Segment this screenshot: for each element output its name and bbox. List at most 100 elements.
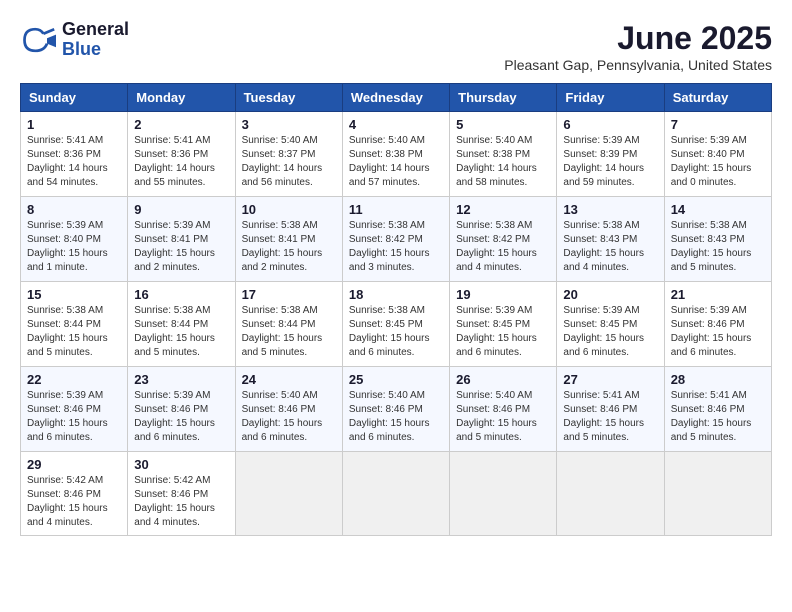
day-number: 20 [563,287,657,302]
cell-info: Sunrise: 5:41 AM Sunset: 8:36 PM Dayligh… [27,134,121,190]
day-number: 2 [134,117,228,132]
day-number: 4 [349,117,443,132]
cell-info: Sunrise: 5:39 AM Sunset: 8:41 PM Dayligh… [134,219,228,275]
week-row: 29 Sunrise: 5:42 AM Sunset: 8:46 PM Dayli… [21,452,772,536]
logo-blue: Blue [62,40,129,60]
week-row: 8Sunrise: 5:39 AM Sunset: 8:40 PM Daylig… [21,197,772,282]
day-cell [664,452,771,536]
day-number: 7 [671,117,765,132]
logo-general: General [62,20,129,40]
page-header: General Blue June 2025 Pleasant Gap, Pen… [20,20,772,73]
day-number: 13 [563,202,657,217]
cell-info: Sunrise: 5:38 AM Sunset: 8:42 PM Dayligh… [349,219,443,275]
day-cell: 26 Sunrise: 5:40 AM Sunset: 8:46 PM Dayli… [450,367,557,452]
day-number: 10 [242,202,336,217]
day-number: 24 [242,372,336,387]
day-number: 22 [27,372,121,387]
day-cell: 19 Sunrise: 5:39 AM Sunset: 8:45 PM Dayli… [450,282,557,367]
cell-info: Sunrise: 5:41 AM Sunset: 8:46 PM Dayligh… [563,389,657,445]
day-number: 17 [242,287,336,302]
day-header-sunday: Sunday [21,84,128,112]
day-number: 14 [671,202,765,217]
day-number: 9 [134,202,228,217]
day-cell: 28 Sunrise: 5:41 AM Sunset: 8:46 PM Dayli… [664,367,771,452]
day-cell: 8Sunrise: 5:39 AM Sunset: 8:40 PM Daylig… [21,197,128,282]
cell-info: Sunrise: 5:38 AM Sunset: 8:43 PM Dayligh… [671,219,765,275]
day-cell: 25 Sunrise: 5:40 AM Sunset: 8:46 PM Dayli… [342,367,449,452]
day-number: 28 [671,372,765,387]
cell-info: Sunrise: 5:40 AM Sunset: 8:46 PM Dayligh… [242,389,336,445]
cell-info: Sunrise: 5:42 AM Sunset: 8:46 PM Dayligh… [134,474,228,530]
logo-text: General Blue [62,20,129,60]
day-cell: 15 Sunrise: 5:38 AM Sunset: 8:44 PM Dayli… [21,282,128,367]
day-header-thursday: Thursday [450,84,557,112]
cell-info: Sunrise: 5:39 AM Sunset: 8:45 PM Dayligh… [563,304,657,360]
cell-info: Sunrise: 5:40 AM Sunset: 8:38 PM Dayligh… [456,134,550,190]
day-number: 30 [134,457,228,472]
header-row: SundayMondayTuesdayWednesdayThursdayFrid… [21,84,772,112]
day-cell: 16Sunrise: 5:38 AM Sunset: 8:44 PM Dayli… [128,282,235,367]
day-number: 16 [134,287,228,302]
day-number: 5 [456,117,550,132]
day-header-saturday: Saturday [664,84,771,112]
cell-info: Sunrise: 5:39 AM Sunset: 8:46 PM Dayligh… [671,304,765,360]
cell-info: Sunrise: 5:40 AM Sunset: 8:46 PM Dayligh… [349,389,443,445]
day-cell: 10Sunrise: 5:38 AM Sunset: 8:41 PM Dayli… [235,197,342,282]
week-row: 15 Sunrise: 5:38 AM Sunset: 8:44 PM Dayli… [21,282,772,367]
day-number: 19 [456,287,550,302]
title-area: June 2025 Pleasant Gap, Pennsylvania, Un… [504,20,772,73]
month-title: June 2025 [504,20,772,57]
cell-info: Sunrise: 5:39 AM Sunset: 8:40 PM Dayligh… [671,134,765,190]
cell-info: Sunrise: 5:39 AM Sunset: 8:46 PM Dayligh… [27,389,121,445]
cell-info: Sunrise: 5:41 AM Sunset: 8:46 PM Dayligh… [671,389,765,445]
day-cell: 20 Sunrise: 5:39 AM Sunset: 8:45 PM Dayli… [557,282,664,367]
calendar: SundayMondayTuesdayWednesdayThursdayFrid… [20,83,772,536]
cell-info: Sunrise: 5:39 AM Sunset: 8:45 PM Dayligh… [456,304,550,360]
day-number: 26 [456,372,550,387]
cell-info: Sunrise: 5:40 AM Sunset: 8:46 PM Dayligh… [456,389,550,445]
cell-info: Sunrise: 5:38 AM Sunset: 8:44 PM Dayligh… [242,304,336,360]
subtitle: Pleasant Gap, Pennsylvania, United State… [504,57,772,73]
day-number: 27 [563,372,657,387]
day-cell: 14 Sunrise: 5:38 AM Sunset: 8:43 PM Dayli… [664,197,771,282]
day-header-friday: Friday [557,84,664,112]
cell-info: Sunrise: 5:38 AM Sunset: 8:43 PM Dayligh… [563,219,657,275]
cell-info: Sunrise: 5:40 AM Sunset: 8:38 PM Dayligh… [349,134,443,190]
day-cell: 22 Sunrise: 5:39 AM Sunset: 8:46 PM Dayli… [21,367,128,452]
cell-info: Sunrise: 5:38 AM Sunset: 8:42 PM Dayligh… [456,219,550,275]
day-cell: 17 Sunrise: 5:38 AM Sunset: 8:44 PM Dayli… [235,282,342,367]
day-cell: 27 Sunrise: 5:41 AM Sunset: 8:46 PM Dayli… [557,367,664,452]
day-number: 29 [27,457,121,472]
cell-info: Sunrise: 5:41 AM Sunset: 8:36 PM Dayligh… [134,134,228,190]
cell-info: Sunrise: 5:42 AM Sunset: 8:46 PM Dayligh… [27,474,121,530]
day-cell [450,452,557,536]
cell-info: Sunrise: 5:38 AM Sunset: 8:44 PM Dayligh… [27,304,121,360]
day-number: 1 [27,117,121,132]
day-cell [235,452,342,536]
calendar-header: SundayMondayTuesdayWednesdayThursdayFrid… [21,84,772,112]
day-header-tuesday: Tuesday [235,84,342,112]
logo: General Blue [20,20,129,60]
day-number: 15 [27,287,121,302]
cell-info: Sunrise: 5:38 AM Sunset: 8:45 PM Dayligh… [349,304,443,360]
day-cell [342,452,449,536]
day-number: 6 [563,117,657,132]
cell-info: Sunrise: 5:39 AM Sunset: 8:40 PM Dayligh… [27,219,121,275]
day-number: 25 [349,372,443,387]
day-number: 12 [456,202,550,217]
day-number: 23 [134,372,228,387]
day-number: 21 [671,287,765,302]
day-cell: 30 Sunrise: 5:42 AM Sunset: 8:46 PM Dayli… [128,452,235,536]
day-number: 11 [349,202,443,217]
day-cell: 9 Sunrise: 5:39 AM Sunset: 8:41 PM Daylig… [128,197,235,282]
cell-info: Sunrise: 5:40 AM Sunset: 8:37 PM Dayligh… [242,134,336,190]
day-header-wednesday: Wednesday [342,84,449,112]
calendar-body: 1 Sunrise: 5:41 AM Sunset: 8:36 PM Daylig… [21,112,772,536]
logo-icon [20,22,56,58]
week-row: 22 Sunrise: 5:39 AM Sunset: 8:46 PM Dayli… [21,367,772,452]
day-cell: 6Sunrise: 5:39 AM Sunset: 8:39 PM Daylig… [557,112,664,197]
day-cell: 2 Sunrise: 5:41 AM Sunset: 8:36 PM Daylig… [128,112,235,197]
day-cell: 4 Sunrise: 5:40 AM Sunset: 8:38 PM Daylig… [342,112,449,197]
day-cell: 13 Sunrise: 5:38 AM Sunset: 8:43 PM Dayli… [557,197,664,282]
week-row: 1 Sunrise: 5:41 AM Sunset: 8:36 PM Daylig… [21,112,772,197]
